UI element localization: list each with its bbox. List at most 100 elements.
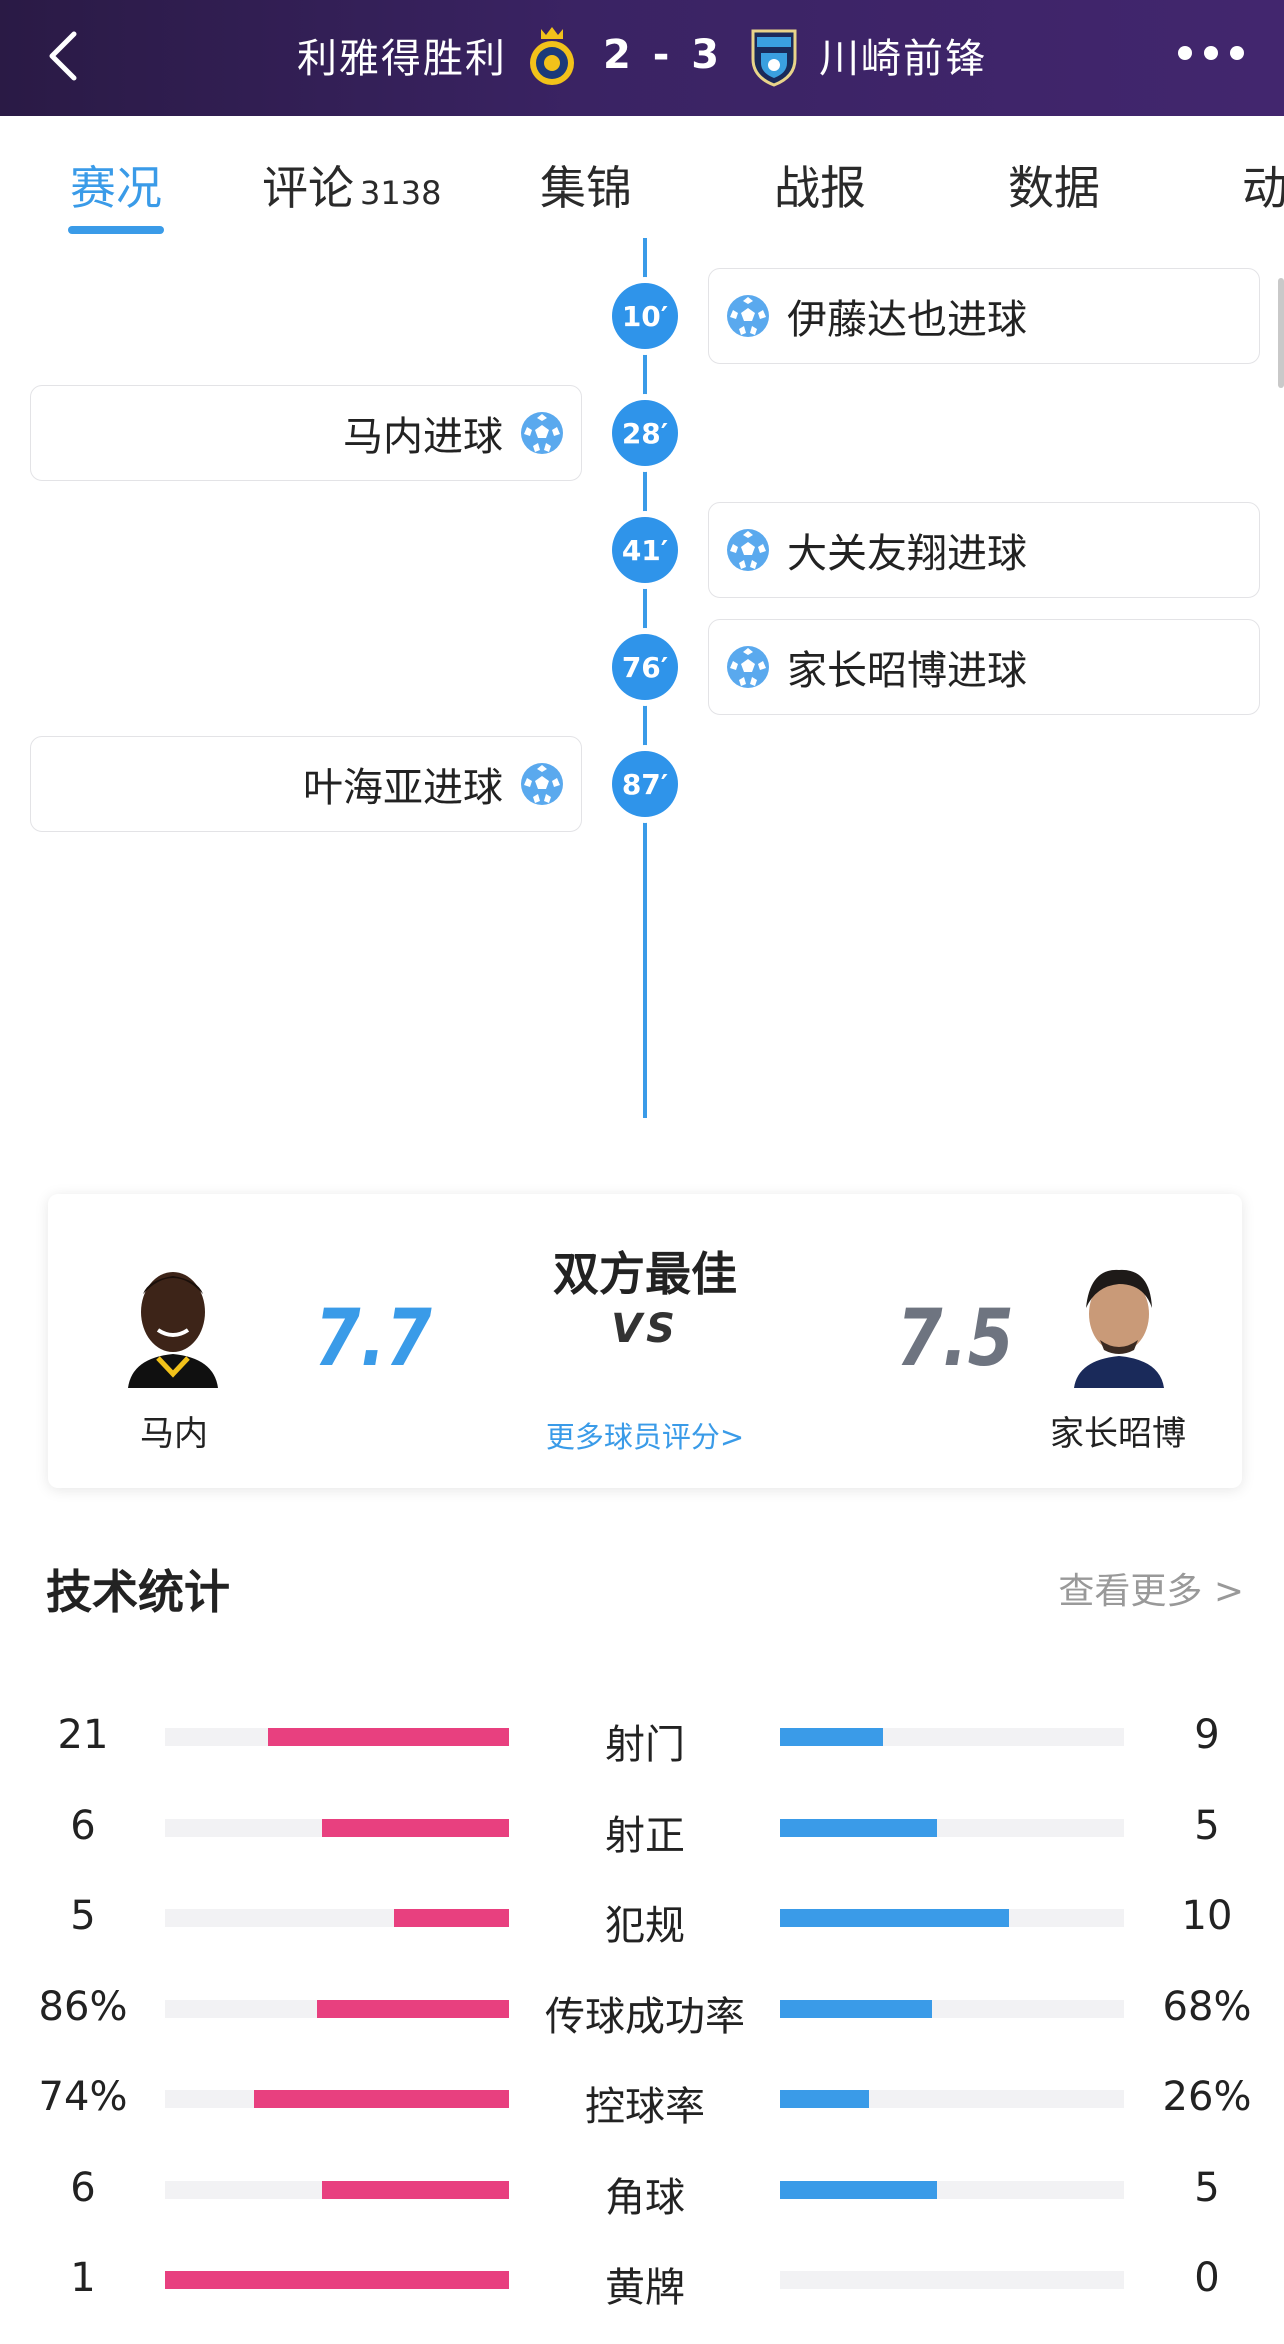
stat-home-bar-track	[165, 2271, 509, 2289]
stat-away-value: 5	[1194, 1802, 1220, 1849]
stat-home-value: 21	[57, 1712, 109, 1758]
stat-home-bar-track	[165, 1909, 509, 1927]
stat-away-value: 26%	[1162, 2074, 1252, 2120]
stat-away-bar	[780, 2090, 870, 2108]
stat-away-bar-track	[780, 1909, 1124, 1927]
away-team-crest-icon	[751, 29, 797, 87]
event-minute-badge: 76′	[612, 634, 678, 700]
stat-home-value: 5	[70, 1893, 96, 1939]
stat-row: 5 犯规 10	[0, 1887, 1284, 1949]
stat-away-value: 9	[1194, 1712, 1220, 1758]
event-minute-badge: 87′	[612, 751, 678, 817]
away-best-player-rating: 7.5	[896, 1294, 1014, 1384]
stat-label: 角球	[605, 2174, 685, 2221]
stat-label: 传球成功率	[545, 1993, 745, 2040]
away-team-name: 川崎前锋	[819, 36, 988, 82]
stat-home-bar	[254, 2090, 509, 2108]
stat-away-bar-track	[780, 2090, 1124, 2108]
home-team-name: 利雅得胜利	[296, 36, 507, 82]
best-players-card: 马内 7.7 双方最佳 VS 更多球员评分> 7.5 家长昭博	[48, 1194, 1242, 1488]
stat-label: 控球率	[585, 2084, 705, 2130]
stat-home-bar	[321, 1818, 509, 1837]
match-timeline: 10′ 伊藤达也进球 28′ 马内进球 41′ 大关友翔进球 76′ 家长昭博进…	[0, 238, 1284, 1118]
tab-match-live[interactable]: 赛况	[70, 152, 162, 218]
stat-away-value: 5	[1194, 2164, 1220, 2211]
timeline-event-goal[interactable]: 家长昭博进球	[708, 619, 1260, 715]
active-tab-indicator	[68, 226, 164, 234]
soccer-ball-icon	[727, 295, 769, 337]
stat-home-value: 74%	[38, 2074, 128, 2120]
stat-away-value: 68%	[1162, 1983, 1252, 2030]
tab-bar: 赛况 评论 3138 集锦 战报 数据 动	[0, 116, 1284, 238]
tab-data[interactable]: 数据	[1008, 152, 1100, 218]
away-best-player-name: 家长昭博	[1050, 1414, 1186, 1454]
event-minute-badge: 10′	[612, 283, 678, 349]
timeline-event-goal[interactable]: 大关友翔进球	[708, 502, 1260, 598]
stat-away-bar-track	[780, 1728, 1124, 1746]
event-text: 马内进球	[343, 414, 503, 460]
timeline-event-goal[interactable]: 叶海亚进球	[30, 736, 582, 832]
stat-label: 射正	[605, 1812, 685, 1859]
comment-count: 3138	[360, 174, 442, 212]
stat-home-value: 86%	[38, 1983, 128, 2030]
event-text: 大关友翔进球	[787, 531, 1027, 577]
stat-away-bar-track	[780, 1999, 1124, 2018]
versus-label: VS	[611, 1306, 679, 1352]
stat-away-bar-track	[780, 2271, 1124, 2289]
stat-home-bar-track	[165, 1999, 509, 2018]
stat-label: 黄牌	[605, 2265, 685, 2311]
stat-row: 6 角球 5	[0, 2159, 1284, 2221]
soccer-ball-icon	[521, 412, 563, 454]
soccer-ball-icon	[727, 529, 769, 571]
tab-report[interactable]: 战报	[774, 152, 866, 218]
stat-row: 1 黄牌 0	[0, 2249, 1284, 2311]
stat-row: 86% 传球成功率 68%	[0, 1978, 1284, 2040]
match-header: 利雅得胜利 2 - 3 川崎前锋	[0, 0, 1284, 116]
away-player-avatar[interactable]	[1064, 1254, 1174, 1388]
more-dot-icon	[1178, 46, 1192, 60]
match-score: 2 - 3	[602, 32, 724, 78]
home-team-crest-icon	[529, 27, 574, 85]
stat-home-bar-track	[165, 1728, 509, 1746]
scrollbar-thumb[interactable]	[1278, 278, 1284, 388]
tab-comments[interactable]: 评论 3138	[262, 152, 441, 218]
stat-away-bar	[780, 2180, 937, 2199]
timeline-event-goal[interactable]: 伊藤达也进球	[708, 268, 1260, 364]
more-options-button[interactable]	[1178, 46, 1244, 62]
stat-home-bar	[165, 2271, 509, 2289]
soccer-ball-icon	[727, 646, 769, 688]
stats-more-link[interactable]: 查看更多 >	[1058, 1562, 1244, 1614]
stats-section-title: 技术统计	[46, 1565, 230, 1619]
stat-label: 犯规	[605, 1903, 685, 1949]
scoreline: 利雅得胜利 2 - 3 川崎前锋	[0, 22, 1284, 88]
stat-away-bar	[780, 1909, 1010, 1927]
event-minute-badge: 41′	[612, 517, 678, 583]
event-text: 叶海亚进球	[303, 765, 503, 811]
stat-home-bar-track	[165, 2090, 509, 2108]
stat-home-bar	[321, 2180, 509, 2199]
stat-row: 74% 控球率 26%	[0, 2068, 1284, 2130]
tab-highlights[interactable]: 集锦	[540, 152, 632, 218]
stat-home-bar	[268, 1728, 509, 1746]
event-text: 伊藤达也进球	[787, 297, 1027, 343]
more-dot-icon	[1230, 46, 1244, 60]
stat-home-bar	[317, 1999, 509, 2018]
stat-away-bar	[780, 1999, 933, 2018]
stat-row: 21 射门 9	[0, 1706, 1284, 1768]
stat-away-bar-track	[780, 2180, 1124, 2199]
stat-home-bar-track	[165, 2180, 509, 2199]
stat-away-bar-track	[780, 1818, 1124, 1837]
soccer-ball-icon	[521, 763, 563, 805]
timeline-event-goal[interactable]: 马内进球	[30, 385, 582, 481]
stat-row: 6 射正 5	[0, 1797, 1284, 1859]
event-text: 家长昭博进球	[787, 648, 1027, 694]
tab-news[interactable]: 动	[1242, 152, 1284, 218]
stat-away-value: 0	[1194, 2255, 1220, 2301]
stat-label: 射门	[605, 1722, 685, 1768]
more-dot-icon	[1204, 46, 1218, 60]
stat-home-value: 6	[70, 1802, 96, 1849]
stat-home-value: 1	[70, 2255, 96, 2301]
stat-home-bar	[394, 1909, 509, 1927]
stat-away-bar	[780, 1818, 937, 1837]
stat-home-bar-track	[165, 1818, 509, 1837]
